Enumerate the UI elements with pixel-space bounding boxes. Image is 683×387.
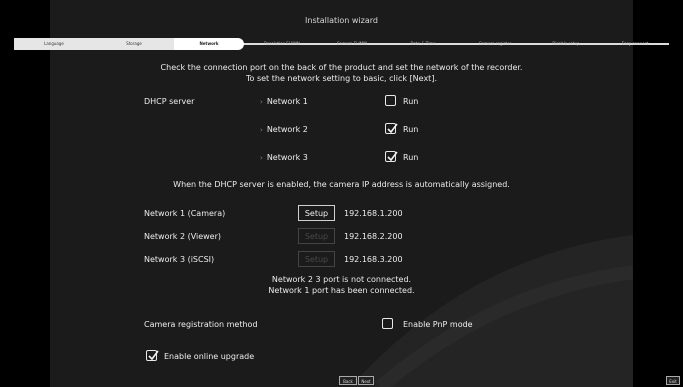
pnp-mode-checkbox[interactable] <box>382 318 393 329</box>
dhcp-server-label: DHCP server <box>144 97 195 106</box>
dhcp-network-1-run-label: Run <box>403 97 419 106</box>
interface-2-setup-button[interactable]: Setup <box>298 228 335 244</box>
step-camera-register[interactable]: Camera register <box>459 38 531 50</box>
step-easy-connect[interactable]: Easy connect <box>601 38 669 50</box>
online-upgrade-checkbox[interactable] <box>146 350 159 361</box>
hint-line-2: To set the network setting to basic, cli… <box>246 74 437 83</box>
step-camera[interactable]: Camera ELIMIN <box>317 38 387 50</box>
right-letterbox <box>633 0 683 387</box>
next-button[interactable]: Next <box>358 376 374 385</box>
interface-2-ip: 192.168.2.200 <box>344 232 403 241</box>
port-status-line-2: Network 1 port has been connected. <box>268 286 415 295</box>
step-storage[interactable]: Storage <box>94 38 174 50</box>
watermark-logo-icon <box>350 235 633 387</box>
wizard-panel <box>50 0 633 387</box>
dhcp-network-1-label: Network 1 <box>260 97 308 106</box>
dhcp-network-2-checkbox[interactable] <box>385 123 398 134</box>
camera-registration-label: Camera registration method <box>144 320 258 329</box>
left-letterbox <box>0 0 50 387</box>
pnp-mode-label: Enable PnP mode <box>403 320 473 329</box>
hint-line-1: Check the connection port on the back of… <box>160 63 523 72</box>
dhcp-network-3-checkbox[interactable] <box>385 151 398 162</box>
screen <box>0 0 683 387</box>
step-language[interactable]: Language <box>14 38 94 50</box>
interface-1-setup-button[interactable]: Setup <box>298 205 335 221</box>
back-button[interactable]: Back <box>339 376 357 385</box>
dhcp-network-1-checkbox[interactable] <box>385 95 396 106</box>
interface-1-ip: 192.168.1.200 <box>344 209 403 218</box>
check-icon <box>387 123 398 134</box>
interface-3-setup-button[interactable]: Setup <box>298 251 335 267</box>
port-status-line-1: Network 2 3 port is not connected. <box>271 275 412 284</box>
step-network[interactable]: Network <box>174 38 244 50</box>
interface-2-name: Network 2 (Viewer) <box>144 232 222 241</box>
check-icon <box>387 151 398 162</box>
dhcp-network-3-label: Network 3 <box>260 153 308 162</box>
wizard-steps: Language Storage Network Resolution ELIM… <box>14 38 669 50</box>
dhcp-network-3-run-label: Run <box>403 153 419 162</box>
step-disable-setup[interactable]: Disable setup <box>531 38 601 50</box>
interface-3-ip: 192.168.3.200 <box>344 255 403 264</box>
dhcp-note: When the DHCP server is enabled, the cam… <box>173 180 510 189</box>
step-date-time[interactable]: Date & Time <box>387 38 459 50</box>
check-icon <box>148 350 159 361</box>
step-resolution[interactable]: Resolution ELIMIN <box>247 38 317 50</box>
window-title: Installation wizard <box>305 16 378 25</box>
interface-1-name: Network 1 (Camera) <box>144 209 226 218</box>
exit-button[interactable]: Exit <box>666 376 680 385</box>
interface-3-name: Network 3 (iSCSI) <box>144 255 215 264</box>
dhcp-network-2-label: Network 2 <box>260 125 308 134</box>
online-upgrade-label: Enable online upgrade <box>164 352 255 361</box>
dhcp-network-2-run-label: Run <box>403 125 419 134</box>
